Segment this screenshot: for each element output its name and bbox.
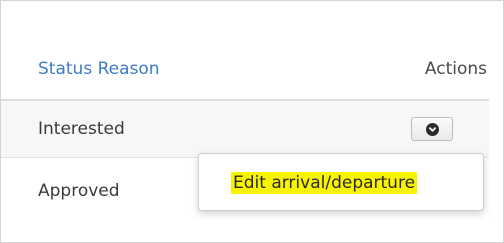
column-header-actions: Actions (424, 59, 487, 79)
actions-dropdown-menu: Edit arrival/departure (198, 153, 484, 211)
table-header: Status Reason Actions (1, 1, 489, 99)
column-header-status-reason[interactable]: Status Reason (38, 59, 160, 79)
table-row: Interested (1, 101, 489, 157)
status-reason-cell: Interested (38, 119, 125, 139)
menu-item-edit-arrival-departure[interactable]: Edit arrival/departure (231, 172, 418, 194)
status-reason-cell: Approved (38, 181, 120, 201)
row-actions-button[interactable] (411, 117, 453, 141)
chevron-down-circle-icon (425, 122, 439, 136)
